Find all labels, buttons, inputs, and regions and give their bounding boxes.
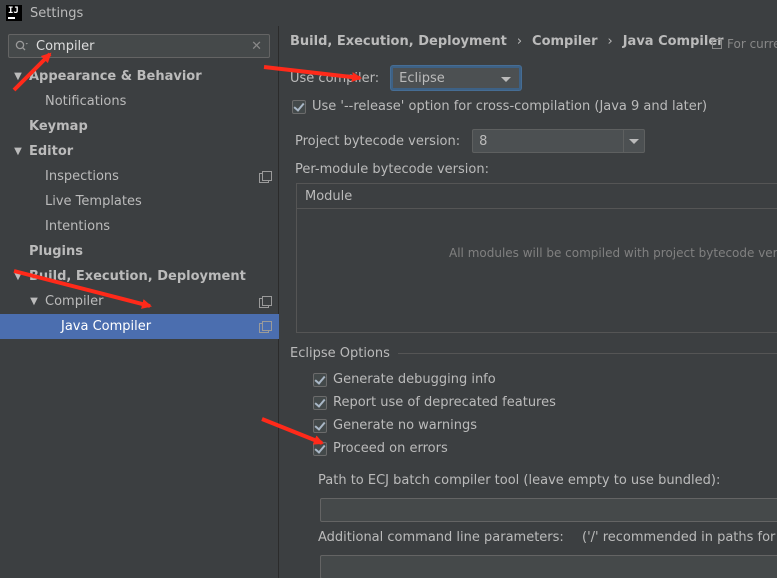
tree-item-label: Appearance & Behavior [29, 69, 202, 84]
eclipse-option-proceed-on-errors[interactable]: Proceed on errors [313, 441, 448, 456]
logo-text: IJ [8, 6, 19, 16]
cmdline-hint-row: ('/' recommended in paths for cro [582, 530, 777, 545]
eclipse-option-debug-info[interactable]: Generate debugging info [313, 372, 496, 387]
tree-item-label: Editor [29, 144, 74, 159]
cmdline-label: Additional command line parameters: [318, 530, 564, 545]
tree-item-inspections[interactable]: Inspections [0, 164, 279, 189]
use-compiler-dropdown[interactable]: Eclipse [391, 66, 522, 90]
release-option-checkbox[interactable] [292, 99, 306, 114]
dropdown-arrow-icon [629, 139, 640, 144]
breadcrumb: Build, Execution, Deployment › Compiler … [290, 34, 724, 49]
use-compiler-label: Use compiler: [290, 70, 380, 86]
eclipse-option-deprecation[interactable]: Report use of deprecated features [313, 395, 556, 410]
for-current-text: For curre [727, 37, 777, 51]
tree-item-build-execution-deployment[interactable]: ▼ Build, Execution, Deployment [0, 264, 279, 289]
deprecation-checkbox[interactable] [313, 395, 327, 410]
breadcrumb-separator: › [516, 34, 523, 49]
per-module-row: Per-module bytecode version: [295, 162, 489, 177]
bytecode-version-label: Project bytecode version: [295, 133, 461, 149]
breadcrumb-item: Build, Execution, Deployment [290, 34, 507, 49]
tree-item-notifications[interactable]: Notifications [0, 89, 279, 114]
per-module-label: Per-module bytecode version: [295, 162, 489, 177]
release-option-label: Use '--release' option for cross-compila… [312, 99, 708, 114]
cmdline-hint: ('/' recommended in paths for cro [582, 530, 777, 545]
tree-item-label: Build, Execution, Deployment [29, 269, 246, 284]
eclipse-options-group-title: Eclipse Options [290, 346, 777, 361]
debug-info-checkbox[interactable] [313, 372, 327, 387]
eclipse-option-label: Report use of deprecated features [333, 395, 556, 410]
bytecode-version-row: Project bytecode version: 8 [295, 129, 646, 153]
eclipse-options-label: Eclipse Options [290, 346, 390, 361]
module-bytecode-table[interactable]: Module All modules will be compiled with… [296, 183, 777, 333]
expanded-arrow-icon[interactable]: ▼ [28, 296, 40, 307]
group-separator [397, 353, 777, 354]
search-icon [12, 36, 32, 56]
use-compiler-value: Eclipse [399, 70, 445, 86]
dropdown-divider [623, 130, 625, 152]
bytecode-version-value: 8 [479, 133, 488, 149]
module-column-label: Module [305, 188, 353, 204]
breadcrumb-item: Compiler [532, 34, 598, 49]
ecj-path-label: Path to ECJ batch compiler tool (leave e… [318, 473, 721, 488]
for-current-project-note: For curre [712, 37, 777, 51]
tree-item-label: Java Compiler [61, 319, 152, 334]
project-settings-icon [259, 321, 272, 333]
expanded-arrow-icon[interactable]: ▼ [12, 146, 24, 157]
eclipse-option-no-warnings[interactable]: Generate no warnings [313, 418, 477, 433]
tree-item-editor[interactable]: ▼ Editor [0, 139, 279, 164]
eclipse-option-label: Generate no warnings [333, 418, 478, 433]
settings-sidebar: Compiler ✕ ▼ Appearance & Behavior Notif… [0, 26, 279, 578]
clear-search-icon[interactable]: ✕ [251, 39, 262, 54]
cmdline-params-field[interactable] [320, 555, 777, 578]
ecj-path-label-row: Path to ECJ batch compiler tool (leave e… [318, 473, 720, 488]
use-compiler-row: Use compiler: Eclipse [290, 66, 522, 90]
expanded-arrow-icon[interactable]: ▼ [12, 271, 24, 282]
tree-item-label: Inspections [45, 169, 119, 184]
ecj-path-field[interactable] [320, 498, 777, 522]
tree-item-appearance-behavior[interactable]: ▼ Appearance & Behavior [0, 64, 279, 89]
tree-item-java-compiler[interactable]: Java Compiler [0, 314, 279, 339]
tree-item-label: Notifications [45, 94, 127, 109]
project-settings-icon [259, 296, 272, 308]
tree-item-compiler[interactable]: ▼ Compiler [0, 289, 279, 314]
bytecode-version-dropdown[interactable]: 8 [472, 129, 646, 153]
tree-item-keymap[interactable]: Keymap [0, 114, 279, 139]
tree-item-label: Plugins [29, 244, 83, 259]
eclipse-option-label: Proceed on errors [333, 441, 448, 456]
dropdown-arrow-icon [501, 77, 512, 82]
proceed-on-errors-checkbox[interactable] [313, 441, 327, 456]
breadcrumb-separator: › [607, 34, 613, 49]
eclipse-option-label: Generate debugging info [333, 372, 496, 387]
tree-item-label: Live Templates [45, 194, 142, 209]
no-warnings-checkbox[interactable] [313, 418, 327, 433]
release-option-row[interactable]: Use '--release' option for cross-compila… [292, 99, 707, 114]
tree-item-live-templates[interactable]: Live Templates [0, 189, 279, 214]
module-column-header[interactable]: Module [297, 184, 777, 209]
project-settings-icon [259, 171, 272, 183]
settings-tree: ▼ Appearance & Behavior Notifications Ke… [0, 64, 279, 339]
window-title: Settings [30, 5, 84, 21]
tree-item-label: Compiler [45, 294, 104, 309]
cmdline-label-row: Additional command line parameters: [318, 530, 564, 545]
module-table-empty-text: All modules will be compiled with projec… [449, 246, 777, 260]
intellij-logo-icon: IJ [6, 5, 22, 21]
tree-item-label: Intentions [45, 219, 111, 234]
settings-content: Build, Execution, Deployment › Compiler … [280, 26, 777, 578]
tree-item-label: Keymap [29, 119, 88, 134]
expanded-arrow-icon[interactable]: ▼ [12, 71, 24, 82]
tree-item-intentions[interactable]: Intentions [0, 214, 279, 239]
breadcrumb-item: Java Compiler [622, 34, 724, 49]
search-input[interactable]: Compiler [36, 39, 251, 54]
title-bar: IJ Settings [0, 0, 777, 26]
tree-item-plugins[interactable]: Plugins [0, 239, 279, 264]
settings-search-field[interactable]: Compiler ✕ [8, 34, 270, 58]
project-settings-icon [712, 39, 722, 49]
